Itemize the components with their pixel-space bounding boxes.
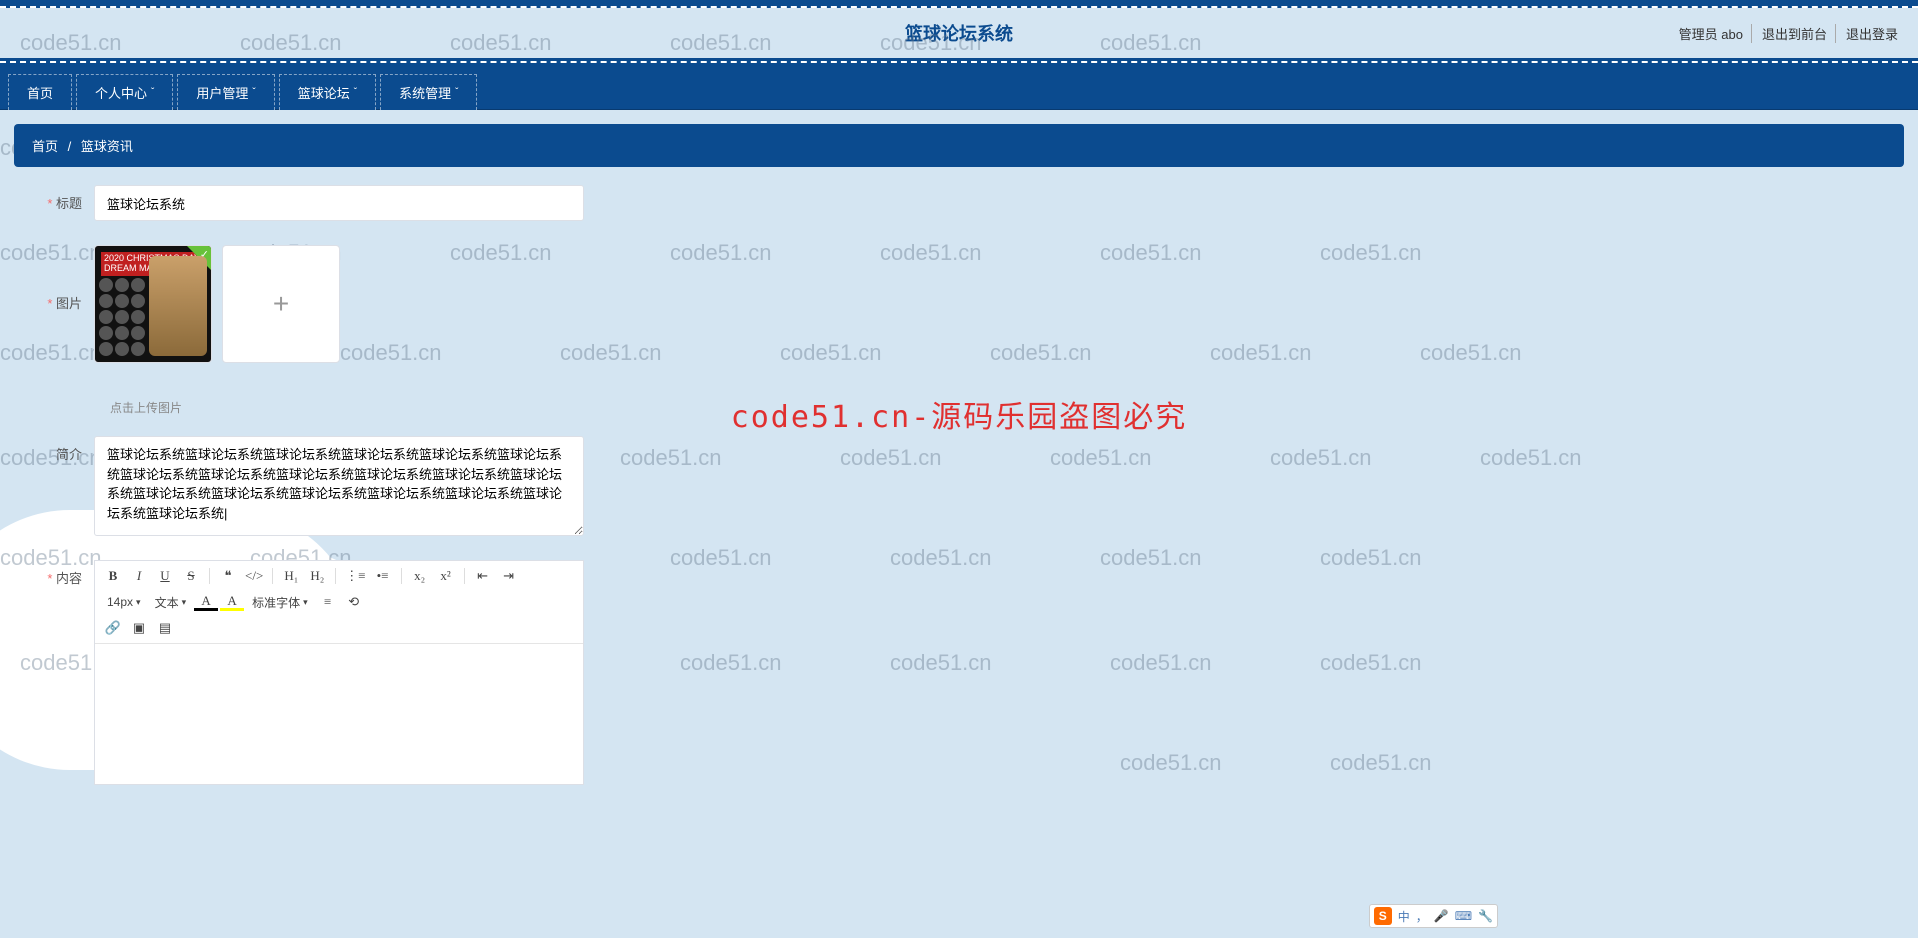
code-block-button[interactable]: </> <box>242 565 266 587</box>
rich-text-editor: B I U S ❝ </> H₁ H₂ ⋮≡ •≡ x₂ x² ⇤ ⇥ <box>94 560 584 785</box>
bold-button[interactable]: B <box>101 565 125 587</box>
ime-lang[interactable]: 中 <box>1398 908 1410 925</box>
row-title: 标题 <box>14 185 1904 221</box>
row-intro: 简介 篮球论坛系统篮球论坛系统篮球论坛系统篮球论坛系统篮球论坛系统篮球论坛系统篮… <box>14 436 1904 536</box>
top-border-strip <box>0 0 1918 8</box>
separator <box>209 568 210 584</box>
editor-content[interactable] <box>95 644 583 784</box>
subscript-button[interactable]: x₂ <box>408 565 432 587</box>
clean-button[interactable]: ⟲ <box>342 591 366 613</box>
nav-forum-label: 篮球论坛 <box>298 83 350 102</box>
title-input[interactable] <box>94 185 584 221</box>
image-button[interactable]: ▣ <box>127 617 151 639</box>
nav-top-strip <box>0 58 1918 68</box>
breadcrumb-sep: / <box>68 139 72 154</box>
separator <box>401 568 402 584</box>
chevron-down-icon: ▾ <box>136 597 141 608</box>
separator <box>464 568 465 584</box>
nav-forum[interactable]: 篮球论坛 ˇ <box>279 74 376 110</box>
breadcrumb-current: 篮球资讯 <box>81 139 133 154</box>
app-title: 篮球论坛系统 <box>905 20 1013 46</box>
label-content: 内容 <box>14 560 94 587</box>
ime-toolbar[interactable]: S 中 ， 🎤 ⌨ 🔧 <box>1369 904 1498 928</box>
tool-icon[interactable]: 🔧 <box>1478 909 1493 923</box>
chevron-down-icon: ˇ <box>354 87 357 98</box>
nav-home[interactable]: 首页 <box>8 74 72 110</box>
font-size-select[interactable]: 14px▾ <box>101 591 147 613</box>
intro-textarea[interactable]: 篮球论坛系统篮球论坛系统篮球论坛系统篮球论坛系统篮球论坛系统篮球论坛系统篮球论坛… <box>94 436 584 536</box>
chevron-down-icon: ˇ <box>252 87 255 98</box>
separator <box>335 568 336 584</box>
breadcrumb-home[interactable]: 首页 <box>32 139 58 154</box>
nav-system-label: 系统管理 <box>399 83 451 102</box>
exit-to-front-link[interactable]: 退出到前台 <box>1762 27 1827 42</box>
font-family-select[interactable]: 标准字体▾ <box>246 591 314 613</box>
upload-add-button[interactable]: + <box>222 245 340 363</box>
nav-users[interactable]: 用户管理 ˇ <box>177 74 274 110</box>
upload-hint: 点击上传图片 <box>110 399 1904 416</box>
underline-button[interactable]: U <box>153 565 177 587</box>
label-title: 标题 <box>14 185 94 212</box>
nav-users-label: 用户管理 <box>196 83 248 102</box>
chevron-down-icon: ˇ <box>455 87 458 98</box>
thumb-players <box>149 256 207 356</box>
superscript-button[interactable]: x² <box>434 565 458 587</box>
chevron-down-icon: ▾ <box>182 597 187 608</box>
nav-personal[interactable]: 个人中心 ˇ <box>76 74 173 110</box>
thumb-team-logos <box>99 278 145 356</box>
header-actions: 管理员 abo 退出到前台 退出登录 <box>1669 24 1898 43</box>
nav-system[interactable]: 系统管理 ˇ <box>380 74 477 110</box>
content-area: 首页 / 篮球资讯 标题 图片 2020 CHRISTMAS DAY DREAM… <box>0 110 1918 823</box>
h1-button[interactable]: H₁ <box>279 565 303 587</box>
row-image: 图片 2020 CHRISTMAS DAY DREAM MATCHUPS <box>14 245 1904 363</box>
text-color-button[interactable]: A <box>194 593 218 611</box>
row-content: 内容 B I U S ❝ </> H₁ H₂ ⋮≡ •≡ x₂ x² ⇤ <box>14 560 1904 785</box>
keyboard-icon[interactable]: ⌨ <box>1455 909 1472 923</box>
plus-icon: + <box>273 288 289 320</box>
bg-color-button[interactable]: A <box>220 593 244 611</box>
h2-button[interactable]: H₂ <box>305 565 329 587</box>
unordered-list-button[interactable]: •≡ <box>371 565 395 587</box>
align-button[interactable]: ≡ <box>316 591 340 613</box>
nav-personal-label: 个人中心 <box>95 83 147 102</box>
admin-label: 管理员 abo <box>1669 24 1743 43</box>
chevron-down-icon: ▾ <box>303 597 308 608</box>
sogou-icon: S <box>1374 907 1392 925</box>
nav-bar: 首页 个人中心 ˇ 用户管理 ˇ 篮球论坛 ˇ 系统管理 ˇ <box>0 68 1918 110</box>
uploaded-thumbnail[interactable]: 2020 CHRISTMAS DAY DREAM MATCHUPS <box>94 245 212 363</box>
separator <box>272 568 273 584</box>
label-image: 图片 <box>14 245 94 312</box>
ordered-list-button[interactable]: ⋮≡ <box>342 565 368 587</box>
link-button[interactable]: 🔗 <box>101 617 125 639</box>
italic-button[interactable]: I <box>127 565 151 587</box>
chevron-down-icon: ˇ <box>151 87 154 98</box>
video-button[interactable]: ▤ <box>153 617 177 639</box>
nav-home-label: 首页 <box>27 83 53 102</box>
strike-button[interactable]: S <box>179 565 203 587</box>
mic-icon[interactable]: 🎤 <box>1434 909 1449 923</box>
label-intro: 简介 <box>14 436 94 463</box>
font-type-select[interactable]: 文本▾ <box>149 591 193 613</box>
image-upload-area: 2020 CHRISTMAS DAY DREAM MATCHUPS + <box>94 245 340 363</box>
breadcrumb: 首页 / 篮球资讯 <box>14 124 1904 167</box>
header: 篮球论坛系统 管理员 abo 退出到前台 退出登录 <box>0 8 1918 58</box>
logout-link[interactable]: 退出登录 <box>1846 27 1898 42</box>
ime-punct[interactable]: ， <box>1416 908 1428 925</box>
blockquote-button[interactable]: ❝ <box>216 565 240 587</box>
indent-plus-button[interactable]: ⇥ <box>497 565 521 587</box>
indent-minus-button[interactable]: ⇤ <box>471 565 495 587</box>
editor-toolbar: B I U S ❝ </> H₁ H₂ ⋮≡ •≡ x₂ x² ⇤ ⇥ <box>95 561 583 644</box>
